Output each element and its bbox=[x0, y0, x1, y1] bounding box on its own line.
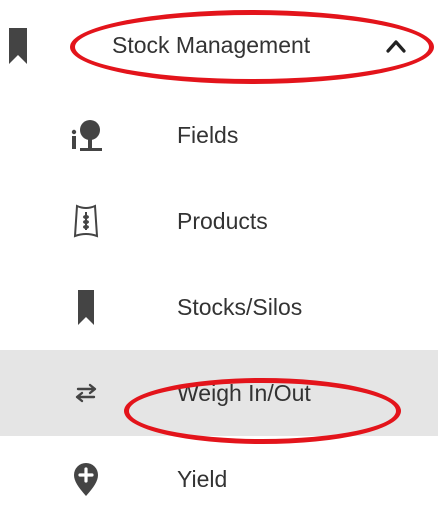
product-bag-icon bbox=[64, 203, 108, 239]
map-pin-plus-icon bbox=[64, 461, 108, 497]
bookmark-icon bbox=[6, 26, 30, 66]
menu-item-fields[interactable]: Fields bbox=[0, 92, 438, 178]
menu-group-label: Stock Management bbox=[112, 32, 311, 58]
menu-item-label: Weigh In/Out bbox=[177, 380, 311, 406]
menu-item-yield[interactable]: Yield bbox=[0, 436, 438, 511]
menu-item-label: Stocks/Silos bbox=[177, 294, 303, 320]
menu-group-stock-management[interactable]: Stock Management bbox=[0, 0, 438, 92]
field-tree-icon bbox=[64, 117, 108, 153]
menu-item-products[interactable]: Products bbox=[0, 178, 438, 264]
menu-item-label: Products bbox=[177, 208, 268, 234]
side-menu: Stock Management Fields Products Stocks/… bbox=[0, 0, 438, 511]
chevron-up-icon[interactable] bbox=[384, 36, 408, 56]
menu-item-weigh-in-out[interactable]: Weigh In/Out bbox=[0, 350, 438, 436]
menu-item-label: Fields bbox=[177, 122, 239, 148]
swap-arrows-icon bbox=[64, 375, 108, 411]
bookmark-icon bbox=[64, 289, 108, 325]
menu-item-label: Yield bbox=[177, 466, 228, 492]
menu-item-stocks-silos[interactable]: Stocks/Silos bbox=[0, 264, 438, 350]
